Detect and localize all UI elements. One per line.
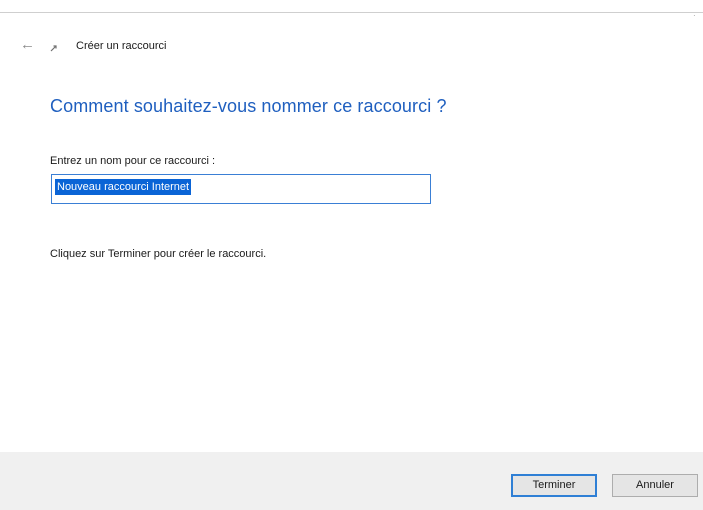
shortcut-name-input[interactable]: Nouveau raccourci Internet [51,174,431,204]
dialog-footer: Terminer Annuler [0,452,703,510]
wizard-header: ← Créer un raccourci [0,30,703,62]
shortcut-wizard-icon [50,45,57,52]
wizard-title: Créer un raccourci [76,40,167,52]
shortcut-name-value: Nouveau raccourci Internet [55,179,192,195]
finish-instruction-text: Cliquez sur Terminer pour créer le racco… [50,248,267,260]
shortcut-name-label: Entrez un nom pour ce raccourci : [50,155,216,167]
finish-button[interactable]: Terminer [511,474,597,497]
page-heading: Comment souhaitez-vous nommer ce raccour… [50,96,447,116]
window-top-border [0,0,703,13]
back-arrow-icon[interactable]: ← [20,37,40,54]
cancel-button[interactable]: Annuler [612,474,698,497]
create-shortcut-dialog: · ← Créer un raccourci Comment souhaitez… [0,0,703,510]
resize-grip-icon: · [693,11,696,20]
